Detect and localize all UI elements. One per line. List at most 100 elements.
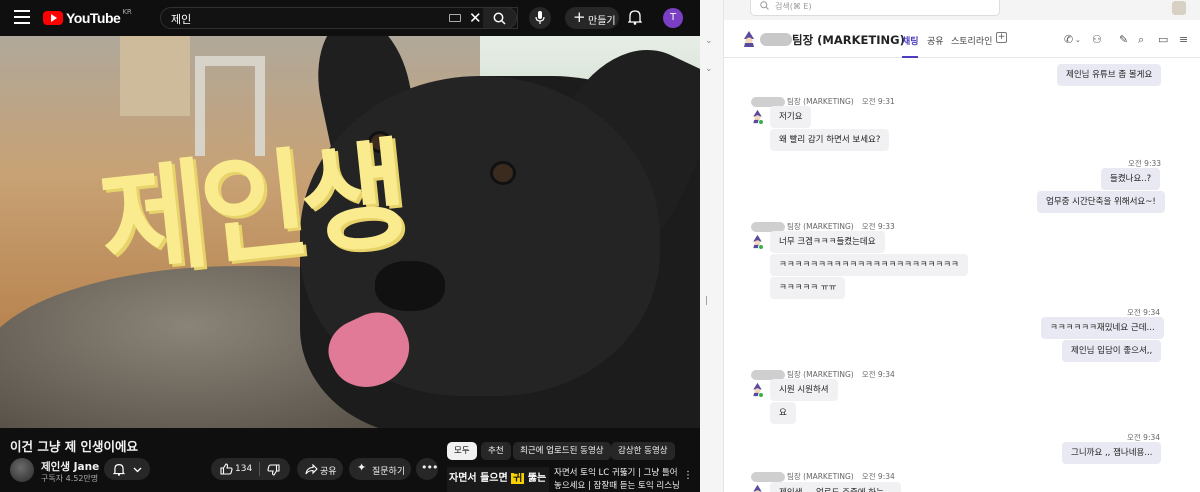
search-icon[interactable]: ⌕ (1138, 33, 1144, 47)
youtube-window: YouTube KR 제인 ✕ + 만들기 T 제인생 이건 그냥 제 인생이에… (0, 0, 700, 492)
recommended-more-icon[interactable]: ⋮ (683, 470, 693, 481)
chat-topbar: 검색(⌘ E) (724, 0, 1200, 18)
online-status-dot (758, 244, 764, 250)
channel-avatar[interactable] (10, 458, 34, 482)
message-bubble-incoming: ㅋㅋㅋㅋㅋㅋㅋㅋㅋㅋㅋㅋㅋㅋㅋㅋㅋㅋㅋㅋㅋㅋㅋ (770, 254, 968, 276)
edit-note-icon[interactable]: ✎ (1119, 33, 1128, 46)
video-overlay-title: 제인생 (93, 124, 409, 294)
like-dislike-group: 134 (211, 458, 290, 480)
filter-chip-recent[interactable]: 최근에 업로드된 동영상 (513, 442, 611, 460)
youtube-topbar: YouTube KR 제인 ✕ + 만들기 T (0, 0, 700, 36)
hamburger-menu-icon[interactable] (14, 10, 30, 24)
search-icon (760, 1, 769, 10)
search-input[interactable]: 제인 ✕ (160, 7, 518, 29)
blurred-name (751, 472, 785, 482)
like-count: 134 (235, 464, 253, 474)
filter-chip-watched[interactable]: 감상한 동영상 (611, 442, 675, 460)
dislike-icon[interactable] (267, 464, 280, 476)
chat-search-input[interactable]: 검색(⌘ E) (750, 0, 1000, 16)
dog-eye-right (490, 161, 516, 185)
message-bubble-incoming: 저기요 (770, 106, 812, 128)
channel-subscribers: 구독자 4.52만명 (41, 474, 99, 483)
more-menu-icon[interactable]: ≡ (1179, 33, 1188, 46)
wizard-avatar-icon[interactable] (740, 30, 758, 48)
thumbnail-text-c: 뚫는 (527, 473, 547, 484)
microphone-icon (535, 11, 545, 24)
online-status-dot (758, 119, 764, 125)
chat-room-header: 팀장 (MARKETING) 채팅 공유 스토리라인 + ✆ ⌄ ⚇ ✎ ⌕ ▭… (724, 20, 1200, 58)
my-profile-avatar[interactable] (1172, 1, 1186, 15)
chat-search-placeholder: 검색(⌘ E) (775, 2, 812, 11)
youtube-logo-text: YouTube (66, 10, 121, 26)
online-status-dot (758, 392, 764, 398)
chevron-down-icon[interactable]: ⌄ (705, 36, 713, 46)
message-time: 오전 9:34 (861, 472, 895, 481)
create-label: 만들기 (588, 16, 616, 27)
message-bubble-incoming: ㅋㅋㅋㅋㅋ ㅠㅠ (770, 277, 846, 299)
chevron-down-icon[interactable]: ⌄ (1075, 36, 1081, 44)
voice-search-button[interactable] (529, 7, 551, 29)
search-button[interactable] (483, 7, 517, 29)
keyboard-icon[interactable] (449, 14, 461, 22)
thumbnail-text: 자면서 들으면 귀 뚫는 (449, 469, 546, 484)
message-bubble-incoming: 너무 크겜ㅋㅋㅋ들켰는데요 (770, 231, 885, 253)
phone-icon[interactable]: ✆ (1064, 33, 1073, 46)
share-label: 공유 (320, 467, 337, 477)
clear-search-icon[interactable]: ✕ (469, 9, 482, 27)
message-sender: 팀장 (MARKETING) 오전 9:34 (751, 471, 895, 482)
create-button[interactable]: + 만들기 (565, 7, 619, 29)
message-bubble-incoming: 제인생 ... 업로드 주중에 하는... (770, 482, 902, 492)
share-button[interactable]: 공유 (297, 458, 343, 480)
youtube-region: KR (122, 8, 132, 16)
message-bubble-outgoing: 업무중 시간단축을 위해서요~! (1037, 191, 1165, 213)
panel-icon[interactable]: ▭ (1158, 33, 1168, 46)
thumbnail-text-a: 자면서 들으면 (449, 473, 508, 484)
plus-icon: + (573, 8, 586, 26)
ask-button[interactable]: ✦ 질문하기 (349, 458, 411, 480)
message-bubble-outgoing: 제인님 유튜브 좀 볼게요 (1057, 64, 1162, 86)
subscription-bell-button[interactable] (104, 458, 150, 480)
more-actions-button[interactable]: ••• (416, 458, 438, 480)
more-horizontal-icon: ••• (421, 461, 438, 474)
channel-name[interactable]: 제인생 Jane (41, 459, 99, 474)
tab-share[interactable]: 공유 (927, 34, 944, 47)
tab-chat[interactable]: 채팅 (902, 34, 919, 47)
notifications-bell-icon[interactable] (628, 9, 642, 25)
add-member-icon[interactable]: ⚇ (1092, 33, 1102, 46)
video-player[interactable]: 제인생 (0, 36, 700, 428)
youtube-logo[interactable]: YouTube KR (43, 8, 132, 26)
chevron-down-icon[interactable]: ⌄ (705, 64, 713, 74)
message-time: 오전 9:31 (861, 97, 895, 106)
tab-storyline[interactable]: 스토리라인 (951, 34, 992, 47)
filter-chip-recommended[interactable]: 추천 (481, 442, 511, 460)
message-bubble-incoming: 시원 시원하셔 (770, 379, 838, 401)
chevron-down-icon (133, 467, 142, 473)
add-tab-icon[interactable]: + (996, 32, 1007, 43)
message-bubble-incoming: 왜 빨리 감기 하면서 보세요? (770, 129, 890, 151)
sparkle-icon: ✦ (357, 461, 367, 474)
recommended-thumbnail[interactable]: 자면서 들으면 귀 뚫는 (447, 467, 549, 492)
sender-name: 팀장 (MARKETING) (787, 472, 854, 481)
message-bubble-outgoing: 제인님 입담이 좋으셔,, (1062, 340, 1162, 362)
recommended-title[interactable]: 자면서 토익 LC 귀뚫기 | 그냥 틀어 놓으세요 | 잠잘때 듣는 토익 리… (554, 467, 684, 492)
thumbnail-text-highlight: 귀 (511, 473, 525, 484)
like-divider (259, 462, 260, 476)
youtube-play-icon (43, 11, 63, 25)
bell-icon (113, 464, 125, 476)
wizard-avatar-icon (753, 484, 762, 492)
dog-nose (375, 261, 445, 311)
search-query: 제인 (171, 13, 192, 26)
filter-chip-all[interactable]: 모두 (447, 442, 477, 460)
video-title: 이건 그냥 제 인생이에요 (10, 439, 139, 454)
blurred-name (760, 33, 792, 46)
message-bubble-outgoing: 그니까요 ,, 잼나네용... (1062, 442, 1162, 464)
sender-name: 팀장 (MARKETING) (787, 222, 854, 231)
sender-name: 팀장 (MARKETING) (787, 370, 854, 379)
account-avatar[interactable]: T (663, 8, 683, 28)
chat-window: 검색(⌘ E) 팀장 (MARKETING) 채팅 공유 스토리라인 + ✆ ⌄… (724, 0, 1200, 492)
search-icon (493, 12, 506, 25)
like-icon[interactable] (220, 463, 233, 475)
collapsed-item-marker: | (705, 296, 709, 306)
message-bubble-outgoing: 들켰나요..? (1101, 168, 1161, 190)
chat-room-title: 팀장 (MARKETING) (792, 33, 905, 47)
